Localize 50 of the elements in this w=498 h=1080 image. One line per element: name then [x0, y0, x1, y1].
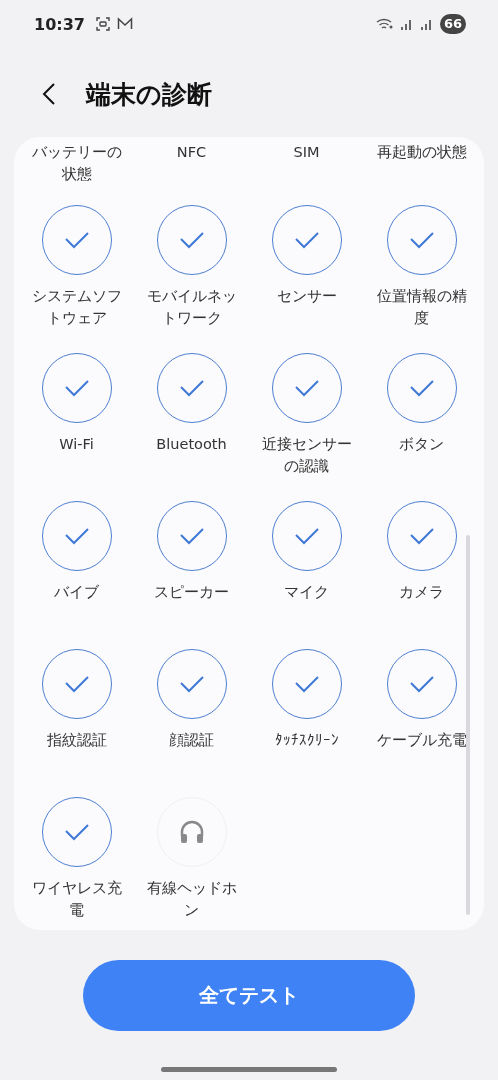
- check-icon: [293, 675, 320, 693]
- signal-icon: [419, 17, 434, 31]
- check-icon: [178, 231, 205, 249]
- check-icon: [408, 379, 435, 397]
- check-icon: [63, 675, 90, 693]
- scrollbar[interactable]: [466, 535, 470, 915]
- check-icon: [63, 823, 90, 841]
- test-label: Wi-Fi: [58, 435, 95, 454]
- test-label: バッテリーの状態: [30, 143, 123, 184]
- test-label: 再起動の状態: [375, 143, 468, 162]
- test-label: 顔認証: [168, 731, 215, 750]
- test-label: システムソフトウェア: [30, 287, 123, 328]
- test-label: 位置情報の精度: [375, 287, 468, 328]
- test-label: モバイルネットワーク: [145, 287, 238, 328]
- check-icon: [63, 527, 90, 545]
- test-label: NFC: [175, 143, 208, 162]
- test-label: カメラ: [398, 583, 445, 602]
- check-icon: [293, 231, 320, 249]
- check-icon: [63, 379, 90, 397]
- mail-icon: [116, 17, 133, 31]
- check-icon: [293, 379, 320, 397]
- battery-level: 66: [439, 14, 466, 34]
- check-icon: [408, 675, 435, 693]
- time: 10:37: [34, 14, 85, 34]
- screenshot-icon: [94, 16, 111, 32]
- test-label: ワイヤレス充電: [30, 879, 123, 920]
- test-label: ﾀｯﾁｽｸﾘｰﾝ: [273, 731, 340, 750]
- check-icon: [293, 527, 320, 545]
- test-label: 指紋認証: [45, 731, 108, 750]
- wifi-icon: [375, 17, 394, 31]
- check-icon: [178, 675, 205, 693]
- test-label: ボタン: [398, 435, 445, 454]
- page-title: 端末の診断: [86, 78, 212, 111]
- check-icon: [408, 527, 435, 545]
- check-icon: [178, 379, 205, 397]
- check-icon: [178, 527, 205, 545]
- test-label: マイク: [283, 583, 330, 602]
- test-label: センサー: [275, 287, 338, 306]
- test-label: スピーカー: [153, 583, 230, 602]
- check-icon: [408, 231, 435, 249]
- test-label: 近接センサーの認識: [260, 435, 353, 476]
- headphones-icon: [178, 820, 205, 844]
- signal-icon: [399, 17, 414, 31]
- check-icon: [63, 231, 90, 249]
- test-label: Bluetooth: [155, 435, 228, 454]
- test-label: ケーブル充電: [375, 731, 468, 750]
- test-label: SIM: [292, 143, 321, 162]
- test-label: 有線ヘッドホン: [145, 879, 238, 920]
- test-label: バイブ: [53, 583, 100, 602]
- test-all-button[interactable]: 全てテスト: [83, 960, 415, 1031]
